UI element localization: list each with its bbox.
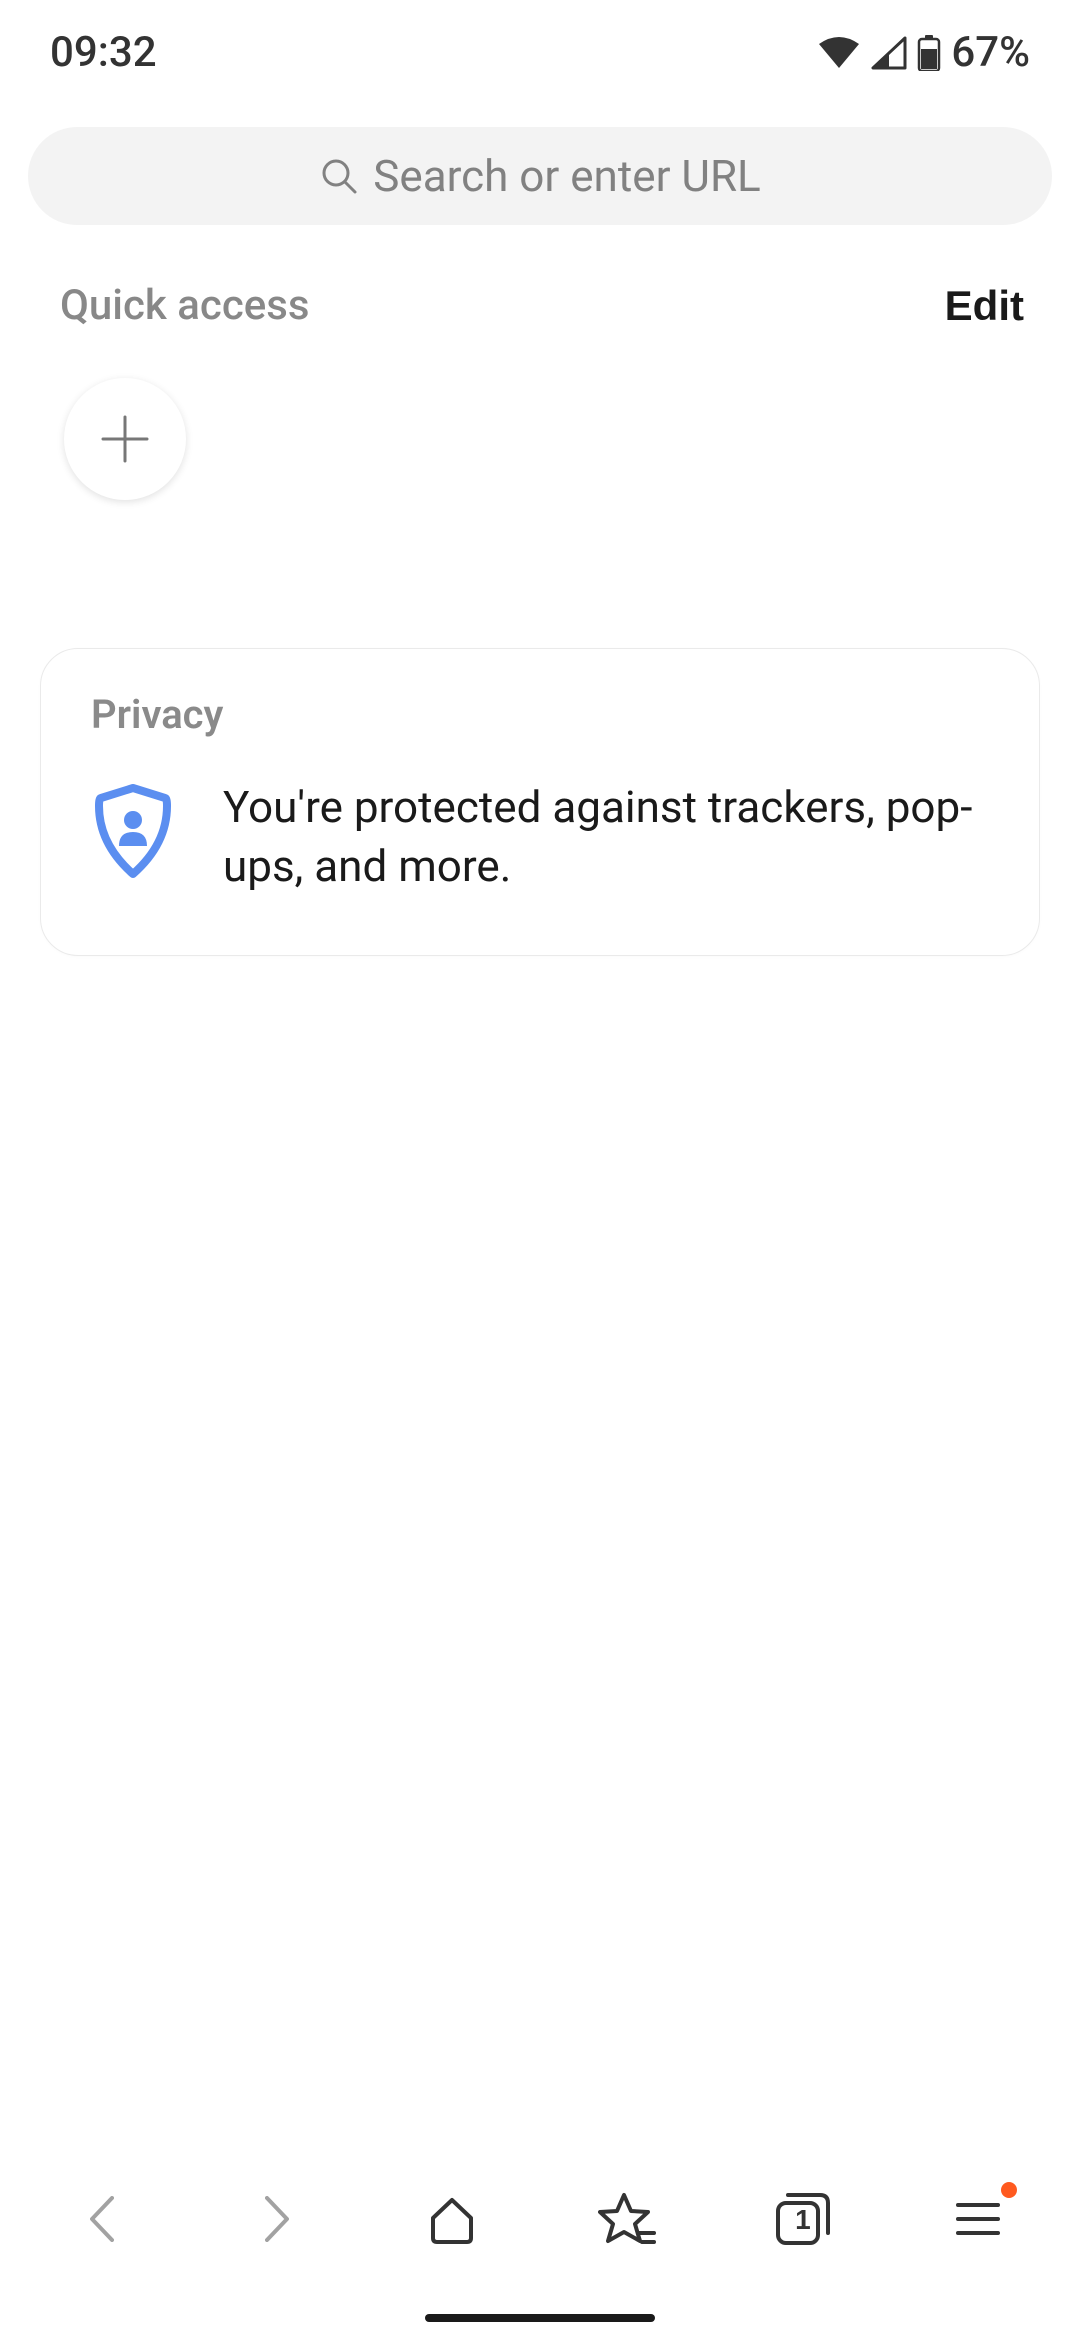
privacy-card[interactable]: Privacy You're protected against tracker… bbox=[40, 648, 1040, 956]
plus-icon bbox=[97, 411, 153, 467]
cell-signal-icon bbox=[871, 36, 907, 70]
nav-home-button[interactable] bbox=[417, 2184, 487, 2254]
nav-menu-button[interactable] bbox=[943, 2184, 1013, 2254]
nav-back-button[interactable] bbox=[67, 2184, 137, 2254]
privacy-card-body: You're protected against trackers, pop-u… bbox=[91, 778, 989, 897]
nav-forward-button[interactable] bbox=[242, 2184, 312, 2254]
search-input[interactable]: Search or enter URL bbox=[28, 127, 1052, 225]
tab-count-label: 1 bbox=[795, 2204, 811, 2236]
nav-bookmarks-button[interactable] bbox=[593, 2184, 663, 2254]
search-placeholder: Search or enter URL bbox=[373, 150, 761, 202]
chevron-left-icon bbox=[85, 2192, 119, 2246]
quick-access-title: Quick access bbox=[60, 281, 309, 330]
status-battery: 67% bbox=[951, 28, 1030, 77]
nav-tabs-button[interactable]: 1 bbox=[768, 2184, 838, 2254]
privacy-card-title: Privacy bbox=[91, 691, 989, 738]
notification-dot-icon bbox=[1001, 2182, 1017, 2198]
status-right: 67% bbox=[817, 28, 1030, 77]
privacy-card-text: You're protected against trackers, pop-u… bbox=[223, 778, 989, 897]
status-bar: 09:32 67% bbox=[0, 0, 1080, 97]
quick-access-header: Quick access Edit bbox=[0, 225, 1080, 330]
star-icon bbox=[598, 2191, 658, 2247]
shield-person-icon bbox=[91, 784, 175, 884]
menu-icon bbox=[954, 2199, 1002, 2239]
wifi-icon bbox=[817, 36, 861, 70]
gesture-bar bbox=[425, 2314, 655, 2322]
edit-button[interactable]: Edit bbox=[945, 282, 1024, 330]
search-icon bbox=[319, 156, 359, 196]
home-icon bbox=[425, 2192, 479, 2246]
quick-access-grid bbox=[0, 330, 1080, 548]
add-quick-access-button[interactable] bbox=[64, 378, 186, 500]
battery-icon bbox=[917, 35, 941, 71]
status-time: 09:32 bbox=[50, 28, 157, 77]
chevron-right-icon bbox=[260, 2192, 294, 2246]
